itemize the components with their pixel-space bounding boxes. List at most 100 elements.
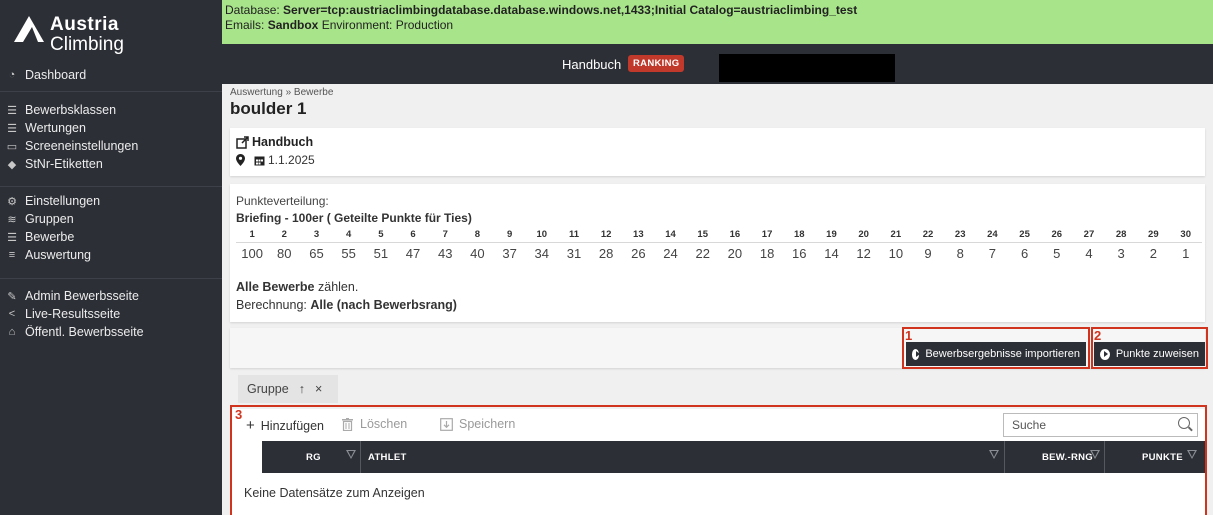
points-cell: 3 bbox=[1105, 241, 1138, 264]
sidebar-item-dashboard[interactable]: ◔ Dashboard bbox=[0, 66, 222, 84]
points-cell: 2 bbox=[1137, 241, 1170, 264]
breadcrumb[interactable]: Auswertung » Bewerbe bbox=[230, 87, 333, 98]
group-by-chip[interactable]: Gruppe ↑ × bbox=[238, 375, 338, 403]
points-cell: 5 bbox=[1040, 241, 1073, 264]
sidebar-item-bewerbe[interactable]: ☰ Bewerbe bbox=[0, 228, 222, 246]
sidebar-item-gruppen[interactable]: ≋ Gruppen bbox=[0, 210, 222, 228]
annotation-marker-2: 2 bbox=[1094, 328, 1102, 343]
sidebar-item-screeneinstellungen[interactable]: ▭ Screeneinstellungen bbox=[0, 137, 222, 155]
rank-cell: 8 bbox=[474, 229, 481, 241]
sidebar-item-admin-bewerbsseite[interactable]: ✎ Admin Bewerbsseite bbox=[0, 287, 222, 305]
points-cell: 31 bbox=[557, 241, 591, 264]
sidebar-item-stnr-etiketten[interactable]: ◆ StNr-Etiketten bbox=[0, 155, 222, 173]
points-cell: 9 bbox=[911, 241, 945, 264]
rank-cell: 16 bbox=[729, 229, 741, 241]
sort-ascending-icon[interactable]: ↑ bbox=[299, 382, 305, 396]
sidebar-item-label: Bewerbe bbox=[25, 230, 75, 244]
rank-cell: 15 bbox=[697, 229, 708, 241]
rank-cell: 23 bbox=[954, 229, 966, 241]
annotation-marker-1: 1 bbox=[905, 328, 913, 343]
rank-cell: 19 bbox=[826, 229, 837, 241]
count-rule: Alle Bewerbe zählen. bbox=[236, 280, 358, 294]
list-icon: ☰ bbox=[7, 231, 17, 244]
logo-text-austria: Austria bbox=[50, 14, 119, 35]
points-value-row: 100 80 65 55 51 47 43 40 37 34 31 28 26 24 22 20 18 16 14 1… bbox=[236, 241, 1202, 264]
points-cell: 37 bbox=[493, 241, 526, 264]
sidebar-item-label: Bewerbsklassen bbox=[25, 103, 117, 117]
sidebar: Austria Climbing ◔ Dashboard ☰ Bewerbskl… bbox=[0, 0, 222, 515]
rank-cell: 3 bbox=[313, 229, 320, 241]
points-cell: 26 bbox=[622, 241, 655, 264]
event-date: 1.1.2025 bbox=[268, 153, 315, 167]
rank-cell: 6 bbox=[410, 229, 416, 241]
points-distribution-card: Punkteverteilung: Briefing - 100er ( Get… bbox=[230, 184, 1205, 322]
rank-cell: 24 bbox=[987, 229, 998, 241]
count-rule-text: zählen. bbox=[314, 280, 359, 294]
topbar-title[interactable]: Handbuch bbox=[562, 57, 621, 72]
rank-cell: 22 bbox=[922, 229, 934, 241]
points-cell: 20 bbox=[718, 241, 751, 264]
app-logo[interactable]: Austria Climbing bbox=[14, 10, 214, 58]
sidebar-item-label: Auswertung bbox=[25, 248, 92, 262]
points-cell: 14 bbox=[815, 241, 848, 264]
rank-cell: 25 bbox=[1019, 229, 1030, 241]
event-info-card: Handbuch 1.1.2025 bbox=[230, 128, 1205, 176]
rank-cell: 5 bbox=[378, 229, 384, 241]
annotation-box-3 bbox=[230, 405, 1207, 515]
rank-cell: 4 bbox=[346, 229, 352, 241]
environment-banner: Database: Server=tcp:austriaclimbingdata… bbox=[222, 0, 1213, 44]
play-circle-icon bbox=[912, 348, 921, 360]
points-cell: 1 bbox=[1169, 241, 1202, 264]
points-cell: 24 bbox=[654, 241, 687, 264]
rank-cell: 17 bbox=[761, 229, 773, 241]
sidebar-item-oeffentl-bewerbsseite[interactable]: ⌂ Öffentl. Bewerbsseite bbox=[0, 323, 222, 341]
sidebar-item-live-resultsseite[interactable]: < Live-Resultsseite bbox=[0, 305, 222, 323]
sidebar-item-einstellungen[interactable]: ⚙ Einstellungen bbox=[0, 192, 222, 210]
layers-icon: ≋ bbox=[7, 213, 17, 226]
database-line: Database: Server=tcp:austriaclimbingdata… bbox=[225, 3, 1213, 18]
sidebar-item-label: Öffentl. Bewerbsseite bbox=[25, 325, 144, 339]
rank-cell: 11 bbox=[568, 229, 579, 241]
points-cell: 55 bbox=[332, 241, 365, 264]
points-cell: 34 bbox=[525, 241, 558, 264]
handbuch-link[interactable]: Handbuch bbox=[236, 135, 313, 149]
points-cell: 4 bbox=[1072, 241, 1106, 264]
points-cell: 51 bbox=[364, 241, 397, 264]
logo-mountain-icon bbox=[14, 16, 44, 42]
points-cell: 7 bbox=[976, 241, 1009, 264]
import-results-label: Bewerbsergebnisse importieren bbox=[925, 348, 1080, 360]
calculation-value: Alle (nach Bewerbsrang) bbox=[310, 298, 457, 312]
logo-text-climbing: Climbing bbox=[50, 34, 124, 55]
list-icon: ☰ bbox=[7, 104, 17, 117]
import-results-button[interactable]: Bewerbsergebnisse importieren bbox=[906, 342, 1086, 366]
points-cell: 43 bbox=[429, 241, 462, 264]
share-icon: < bbox=[8, 308, 16, 320]
points-cell: 80 bbox=[268, 241, 301, 264]
emails-value: Sandbox bbox=[267, 18, 319, 32]
group-chip-label: Gruppe bbox=[247, 382, 289, 396]
rank-cell: 27 bbox=[1083, 229, 1095, 241]
sidebar-item-label: Live-Resultsseite bbox=[25, 307, 121, 321]
assign-points-button[interactable]: Punkte zuweisen bbox=[1094, 342, 1205, 366]
sidebar-divider bbox=[0, 278, 222, 279]
edit-icon: ✎ bbox=[7, 290, 17, 303]
sidebar-item-auswertung[interactable]: ≡ Auswertung bbox=[0, 246, 222, 264]
cogs-icon: ⚙ bbox=[7, 195, 17, 208]
nav-group-main: ◔ Dashboard bbox=[0, 66, 222, 84]
nav-group-public: ✎ Admin Bewerbsseite < Live-Resultsseite… bbox=[0, 287, 222, 341]
rank-cell: 30 bbox=[1180, 229, 1191, 241]
rank-cell: 12 bbox=[600, 229, 612, 241]
nav-group-settings: ⚙ Einstellungen ≋ Gruppen ☰ Bewerbe ≡ Au… bbox=[0, 192, 222, 264]
sidebar-item-wertungen[interactable]: ☰ Wertungen bbox=[0, 119, 222, 137]
rank-cell: 20 bbox=[858, 229, 869, 241]
sidebar-item-bewerbsklassen[interactable]: ☰ Bewerbsklassen bbox=[0, 101, 222, 119]
remove-group-icon[interactable]: × bbox=[315, 382, 322, 396]
calculation-label: Berechnung: bbox=[236, 298, 311, 312]
event-meta-row: 1.1.2025 bbox=[236, 153, 315, 167]
rank-cell: 2 bbox=[281, 229, 287, 241]
rank-cell: 18 bbox=[793, 229, 805, 241]
points-cell: 22 bbox=[686, 241, 719, 264]
sidebar-item-label: Screeneinstellungen bbox=[25, 139, 139, 153]
points-cell: 100 bbox=[236, 241, 269, 264]
rank-cell: 7 bbox=[442, 229, 448, 241]
